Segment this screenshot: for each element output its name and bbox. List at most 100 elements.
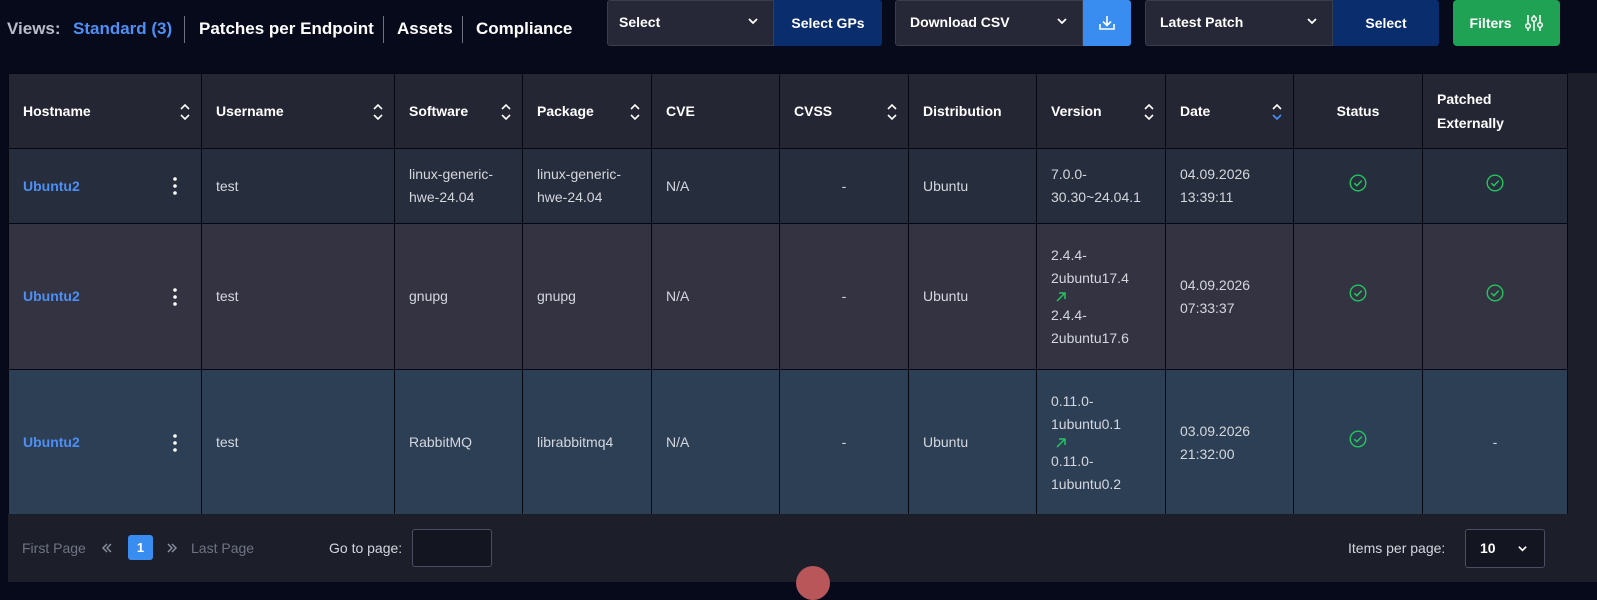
page-number-current[interactable]: 1 xyxy=(128,535,153,560)
column-header-username[interactable]: Username xyxy=(201,73,395,149)
version-cell: 0.11.0-1ubuntu0.1 0.11.0-1ubuntu0.2 xyxy=(1036,369,1166,516)
software-cell: gnupg xyxy=(394,223,523,370)
download-button[interactable] xyxy=(1083,0,1131,46)
select-patch-button[interactable]: Select xyxy=(1333,0,1439,46)
cvss-cell: - xyxy=(779,369,909,516)
hostname-cell: Ubuntu2 xyxy=(8,223,202,370)
column-label: Hostname xyxy=(23,103,91,119)
hostname-link[interactable]: Ubuntu2 xyxy=(23,178,80,194)
sort-icon[interactable] xyxy=(630,103,640,121)
table-row: Ubuntu2 test RabbitMQ librabbitmq4 N/A -… xyxy=(8,369,1568,516)
column-label: Status xyxy=(1336,103,1380,119)
distribution-cell: Ubuntu xyxy=(908,223,1037,370)
toolbar: Views: Standard (3) Patches per Endpoint… xyxy=(0,0,1597,58)
column-header-cvss[interactable]: CVSS xyxy=(779,73,909,149)
check-circle-icon xyxy=(1349,173,1367,192)
column-header-cve: CVE xyxy=(651,73,780,149)
go-to-page-input[interactable] xyxy=(412,529,492,567)
divider xyxy=(462,16,463,43)
view-tab-assets[interactable]: Assets xyxy=(397,19,453,39)
version-cell: 7.0.0-30.30~24.04.1 xyxy=(1036,148,1166,224)
patched-externally-cell xyxy=(1422,148,1568,224)
download-select[interactable]: Download CSV xyxy=(895,0,1083,46)
column-label: Distribution xyxy=(923,103,1002,119)
version-cell: 2.4.4-2ubuntu17.4 2.4.4-2ubuntu17.6 xyxy=(1036,223,1166,370)
column-header-software[interactable]: Software xyxy=(394,73,523,149)
cvss-cell: - xyxy=(779,223,909,370)
sort-icon[interactable] xyxy=(180,103,190,121)
patches-table-container: Hostname Username Software Package CVE C… xyxy=(8,73,1597,582)
cve-cell: N/A xyxy=(651,148,780,224)
check-circle-icon xyxy=(1486,173,1504,192)
column-header-version[interactable]: Version xyxy=(1036,73,1166,149)
sort-desc-icon[interactable] xyxy=(1272,103,1282,121)
version-from: 2.4.4-2ubuntu17.4 xyxy=(1051,246,1129,286)
sort-icon[interactable] xyxy=(887,103,897,121)
divider xyxy=(383,16,384,43)
patch-select-value: Latest Patch xyxy=(1160,14,1244,30)
gp-select[interactable]: Select xyxy=(607,0,774,46)
sliders-icon xyxy=(1524,15,1543,31)
gp-select-value: Select xyxy=(619,14,661,30)
package-cell: librabbitmq4 xyxy=(522,369,652,516)
patches-table: Hostname Username Software Package CVE C… xyxy=(8,73,1568,516)
view-tab-standard[interactable]: Standard (3) xyxy=(73,19,172,39)
column-header-distribution: Distribution xyxy=(908,73,1037,149)
column-header-patched-externally: Patched Externally xyxy=(1422,73,1568,149)
column-label: Software xyxy=(409,103,469,119)
filters-button[interactable]: Filters xyxy=(1453,0,1560,46)
view-tab-compliance[interactable]: Compliance xyxy=(476,19,572,39)
table-row: Ubuntu2 test gnupg gnupg N/A - Ubuntu 2.… xyxy=(8,223,1568,370)
version-to: 2.4.4-2ubuntu17.6 xyxy=(1051,306,1129,346)
patched-externally-cell: - xyxy=(1422,369,1568,516)
items-per-page-select[interactable]: 10 xyxy=(1465,529,1545,568)
status-cell xyxy=(1293,223,1423,370)
package-cell: gnupg xyxy=(522,223,652,370)
column-label: CVSS xyxy=(794,103,833,119)
divider xyxy=(184,16,185,43)
chevron-down-icon xyxy=(1307,18,1317,25)
date-cell: 04.09.2026 13:39:11 xyxy=(1165,148,1294,224)
kebab-menu-icon[interactable] xyxy=(173,287,177,307)
column-label: Package xyxy=(537,103,594,119)
kebab-menu-icon[interactable] xyxy=(173,176,177,196)
column-header-status: Status xyxy=(1293,73,1423,149)
column-header-package[interactable]: Package xyxy=(522,73,652,149)
table-row: Ubuntu2 test linux-generic-hwe-24.04 lin… xyxy=(8,148,1568,224)
sort-icon[interactable] xyxy=(501,103,511,121)
first-page-link[interactable]: First Page xyxy=(22,540,86,556)
hostname-link[interactable]: Ubuntu2 xyxy=(23,288,80,304)
chevron-down-icon xyxy=(1057,18,1067,25)
filters-label: Filters xyxy=(1469,15,1512,31)
kebab-menu-icon[interactable] xyxy=(173,433,177,453)
chevrons-right-icon[interactable] xyxy=(166,542,178,554)
select-gps-button[interactable]: Select GPs xyxy=(774,0,882,46)
sort-icon[interactable] xyxy=(1144,103,1154,121)
package-cell: linux-generic-hwe-24.04 xyxy=(522,148,652,224)
date-cell: 03.09.2026 21:32:00 xyxy=(1165,369,1294,516)
distribution-cell: Ubuntu xyxy=(908,369,1037,516)
hostname-link[interactable]: Ubuntu2 xyxy=(23,434,80,450)
last-page-link[interactable]: Last Page xyxy=(191,540,254,556)
cvss-cell: - xyxy=(779,148,909,224)
column-header-date[interactable]: Date xyxy=(1165,73,1294,149)
column-label: Patched Externally xyxy=(1437,91,1504,131)
go-to-page-label: Go to page: xyxy=(329,540,403,556)
check-circle-icon xyxy=(1349,284,1367,302)
arrow-up-right-icon xyxy=(1056,437,1066,448)
patch-select[interactable]: Latest Patch xyxy=(1145,0,1333,46)
distribution-cell: Ubuntu xyxy=(908,148,1037,224)
hostname-cell: Ubuntu2 xyxy=(8,369,202,516)
date-cell: 04.09.2026 07:33:37 xyxy=(1165,223,1294,370)
chevron-down-icon xyxy=(1518,546,1527,552)
chat-bubble-icon[interactable] xyxy=(796,566,830,600)
username-cell: test xyxy=(201,148,395,224)
column-header-hostname[interactable]: Hostname xyxy=(8,73,202,149)
sort-icon[interactable] xyxy=(373,103,383,121)
chevrons-left-icon[interactable] xyxy=(101,542,113,554)
username-cell: test xyxy=(201,369,395,516)
view-tab-patches-per-endpoint[interactable]: Patches per Endpoint xyxy=(199,19,374,39)
chevron-down-icon xyxy=(748,18,758,25)
check-circle-icon xyxy=(1486,284,1504,302)
hostname-cell: Ubuntu2 xyxy=(8,148,202,224)
